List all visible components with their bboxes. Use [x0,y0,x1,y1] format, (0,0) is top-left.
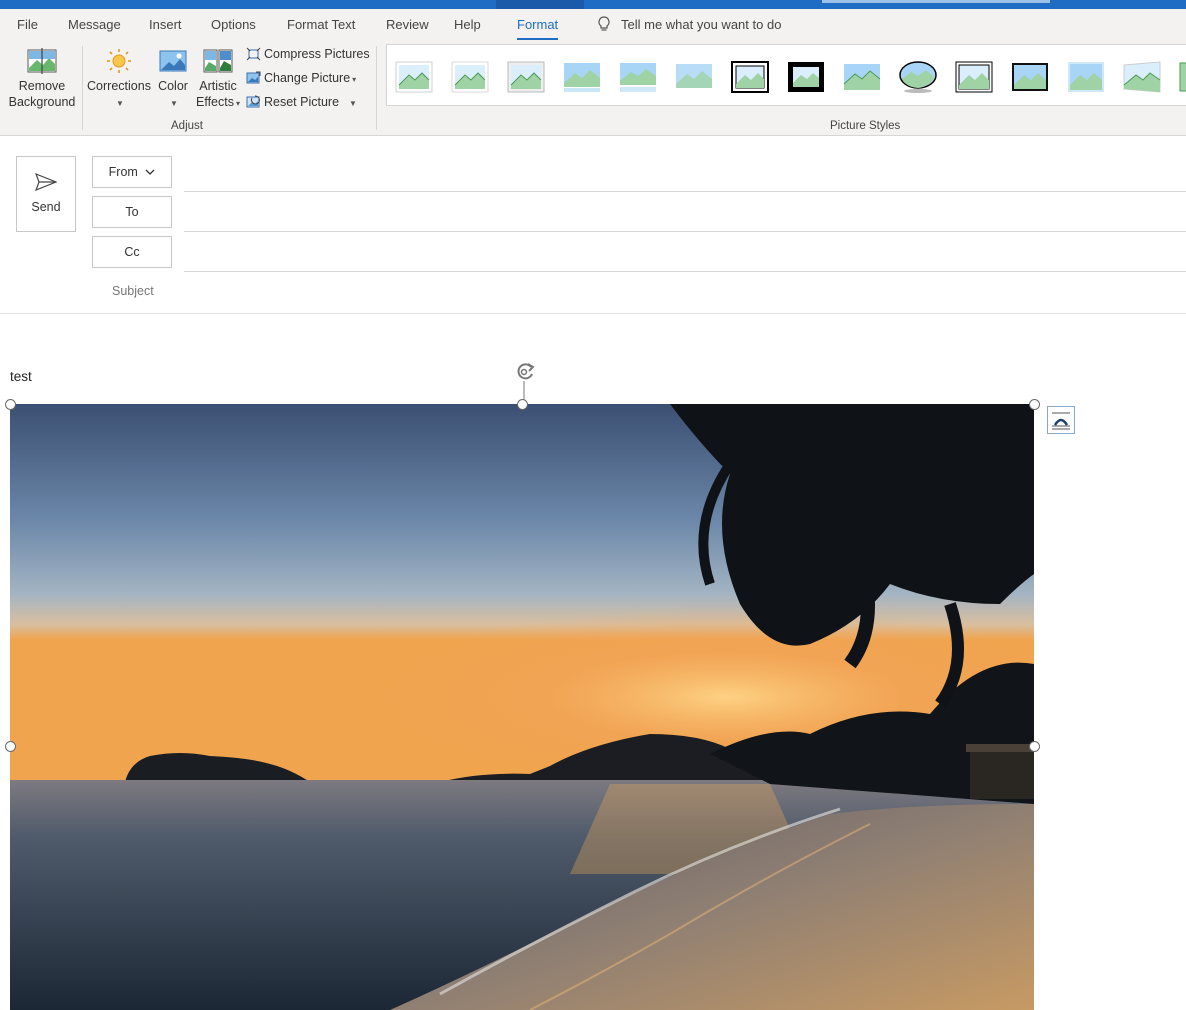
picture-style-2[interactable] [451,61,489,93]
resize-handle-top[interactable] [517,399,528,410]
chevron-down-icon [145,169,155,175]
picture-style-9[interactable] [843,61,881,93]
picture-style-7[interactable] [731,61,769,93]
tab-help[interactable]: Help [454,17,481,32]
separator [82,46,83,130]
to-field-line[interactable] [184,231,1186,232]
tab-format-label: Format [517,17,559,32]
picture-style-13[interactable] [1067,61,1105,93]
sunset-beach-photo [10,404,1034,1010]
corrections-button[interactable]: Corrections ▼ [86,48,152,112]
to-label: To [125,205,139,219]
color-label: Color [158,79,188,93]
ribbon-tabs: File Message Insert Options Format Text … [0,9,1186,42]
separator [376,46,377,130]
compress-label: Compress Pictures [264,47,370,61]
tab-message[interactable]: Message [68,17,121,32]
cc-label: Cc [124,245,140,259]
artistic-effects-icon [203,49,233,73]
rotate-handle-icon[interactable] [512,360,538,402]
picture-style-4[interactable] [563,61,601,93]
tab-insert[interactable]: Insert [149,17,182,32]
search-box-edge [822,0,1050,3]
tab-format-text[interactable]: Format Text [287,17,355,32]
remove-bg-label-2: Background [8,95,76,109]
cc-field-line[interactable] [184,271,1186,272]
from-button[interactable]: From [92,156,172,188]
picture-styles-gallery [386,44,1186,106]
send-button[interactable]: Send [16,156,76,232]
from-label: From [108,165,138,179]
subject-label: Subject [112,284,154,298]
picture-style-15-partial[interactable] [1179,61,1186,93]
from-field-line[interactable] [184,191,1186,192]
reset-picture-dropdown-icon: ▼ [349,99,357,108]
picture-style-14[interactable] [1123,61,1161,93]
picture-style-10[interactable] [899,61,937,93]
sun-icon [107,49,131,73]
compress-pictures-button[interactable]: Compress Pictures [246,47,370,61]
corrections-label: Corrections [87,79,151,93]
resize-handle-top-left[interactable] [5,399,16,410]
send-icon [34,172,58,192]
picture-style-5[interactable] [619,61,657,93]
send-label: Send [31,200,61,214]
tab-file[interactable]: File [17,17,38,32]
compress-icon [246,47,261,61]
remove-bg-label-1: Remove [18,79,66,93]
tab-options[interactable]: Options [211,17,256,32]
tell-me-search[interactable]: Tell me what you want to do [597,16,781,32]
picture-style-11[interactable] [955,61,993,93]
change-picture-dropdown-icon: ▾ [352,75,357,84]
layout-options-icon [1052,412,1070,430]
change-picture-label: Change Picture [264,71,351,85]
compose-header: Send From To Cc Subject [0,136,1186,314]
picture-style-3[interactable] [507,61,545,93]
artistic-label-1: Artistic [199,79,237,93]
artistic-dropdown-icon: ▾ [235,99,240,108]
to-button[interactable]: To [92,196,172,228]
remove-background-icon [27,48,57,74]
tell-me-label: Tell me what you want to do [621,17,782,32]
resize-handle-right[interactable] [1029,741,1040,752]
color-button[interactable]: Color ▼ [154,48,192,112]
corrections-dropdown-icon: ▼ [116,99,124,108]
group-label-picture-styles: Picture Styles [830,120,901,132]
reset-picture-icon [246,95,260,108]
artistic-label-2: Effects [196,95,234,109]
cc-button[interactable]: Cc [92,236,172,268]
tab-format[interactable]: Format [517,17,559,40]
group-label-adjust: Adjust [171,120,203,132]
inline-picture[interactable] [10,404,1034,1010]
picture-color-icon [159,50,187,72]
active-tab-highlight [496,0,584,9]
picture-style-8[interactable] [787,61,825,93]
picture-style-12[interactable] [1011,61,1049,93]
color-dropdown-icon: ▼ [170,99,178,108]
change-picture-button[interactable]: Change Picture ▾ [246,71,356,85]
title-bar [0,0,1186,9]
reset-picture-label: Reset Picture [264,95,340,109]
lightbulb-icon [598,16,610,31]
message-body-text[interactable]: test [10,369,32,384]
resize-handle-left[interactable] [5,741,16,752]
picture-style-1[interactable] [395,61,433,93]
tab-review[interactable]: Review [386,17,429,32]
ribbon: Remove Background Corrections ▼ Color ▼ [0,42,1186,136]
artistic-effects-button[interactable]: Artistic Effects ▾ [194,48,242,112]
change-picture-icon [246,71,261,84]
remove-background-button[interactable]: Remove Background [6,48,78,110]
resize-handle-top-right[interactable] [1029,399,1040,410]
reset-picture-button[interactable]: Reset Picture ▼ [246,95,357,109]
picture-style-6[interactable] [675,61,713,93]
layout-options-button[interactable] [1047,406,1075,434]
